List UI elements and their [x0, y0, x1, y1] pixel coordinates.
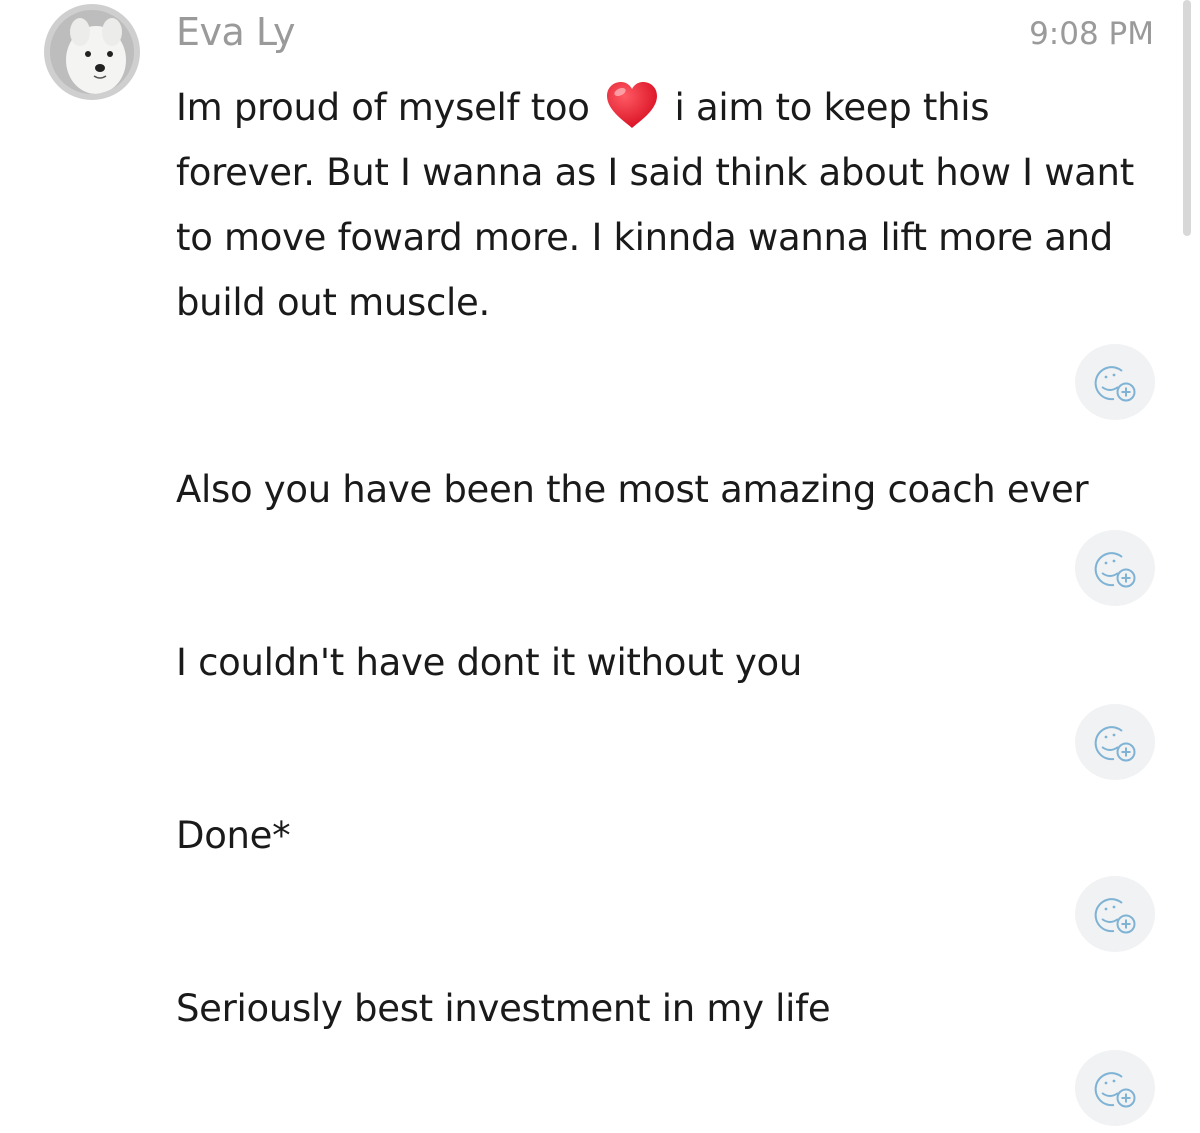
message-text: I couldn't have dont it without you [176, 641, 803, 684]
add-reaction-button[interactable] [1075, 704, 1155, 780]
add-reaction-icon [1094, 552, 1136, 588]
message-text-part: Im proud of myself too [176, 86, 590, 129]
add-reaction-button[interactable] [1075, 876, 1155, 952]
avatar-dog-image [50, 10, 134, 94]
add-reaction-button[interactable] [1075, 344, 1155, 420]
add-reaction-button[interactable] [1075, 1050, 1155, 1126]
message-text: Also you have been the most amazing coac… [176, 468, 1089, 511]
add-reaction-icon [1094, 898, 1136, 934]
message-timestamp: 9:08 PM [1029, 16, 1154, 52]
heart-emoji-icon [605, 80, 659, 130]
add-reaction-icon [1094, 366, 1136, 402]
avatar[interactable] [44, 4, 140, 100]
add-reaction-icon [1094, 726, 1136, 762]
sender-name: Eva Ly [176, 10, 296, 54]
message-text: Seriously best investment in my life [176, 987, 831, 1030]
message-text: Im proud of myself too i aim to keep thi… [176, 75, 1136, 335]
message-text: Done* [176, 814, 291, 857]
scrollbar[interactable] [1183, 0, 1191, 236]
add-reaction-icon [1094, 1072, 1136, 1108]
add-reaction-button[interactable] [1075, 530, 1155, 606]
